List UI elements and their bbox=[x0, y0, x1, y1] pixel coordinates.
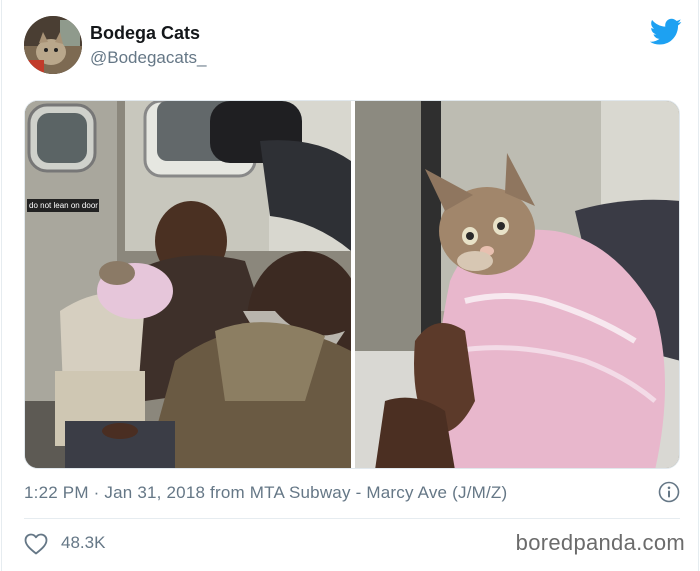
tweet-timestamp[interactable]: 1:22 PM · Jan 31, 2018 from MTA Subway -… bbox=[24, 483, 507, 503]
author-handle[interactable]: @Bodegacats_ bbox=[90, 48, 207, 68]
info-icon[interactable] bbox=[658, 481, 680, 503]
tweet-media[interactable]: do not lean on door bbox=[24, 100, 680, 469]
door-sticker: do not lean on door bbox=[27, 199, 99, 212]
cat-avatar-icon bbox=[24, 16, 82, 74]
tweet-card: Bodega Cats @Bodegacats_ do not lean on … bbox=[1, 0, 699, 571]
twitter-bird-icon[interactable] bbox=[650, 18, 682, 46]
tweet-footer: 48.3K boredpanda.com bbox=[24, 530, 685, 560]
photo-men-with-kitten[interactable]: do not lean on door bbox=[25, 101, 351, 468]
heart-icon[interactable] bbox=[24, 533, 48, 555]
tweet-header: Bodega Cats @Bodegacats_ bbox=[24, 14, 684, 74]
boredpanda-watermark: boredpanda.com bbox=[515, 530, 685, 555]
like-count[interactable]: 48.3K bbox=[61, 533, 105, 553]
footer-divider bbox=[24, 518, 680, 519]
photo-kitten-in-blanket[interactable] bbox=[355, 101, 679, 468]
tweet-meta: 1:22 PM · Jan 31, 2018 from MTA Subway -… bbox=[24, 481, 684, 507]
author-avatar[interactable] bbox=[24, 16, 82, 74]
author-display-name[interactable]: Bodega Cats bbox=[90, 23, 200, 44]
subway-men-illustration bbox=[25, 101, 351, 468]
kitten-closeup-illustration bbox=[355, 101, 679, 468]
